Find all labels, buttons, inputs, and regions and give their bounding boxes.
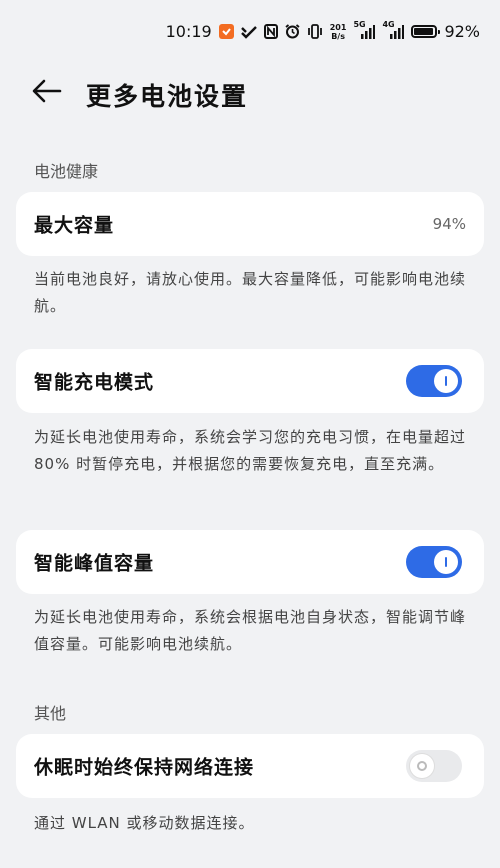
network-speed-value: 201 — [329, 22, 347, 32]
toggle-knob — [434, 369, 458, 393]
signal-icon: 4G — [382, 20, 405, 39]
taobao-app-icon — [218, 24, 234, 39]
status-icons: 10:19 201 B/s 5G 4G 92% — [165, 20, 480, 41]
toggle-knob — [434, 550, 458, 574]
status-bar: 10:19 201 B/s 5G 4G 92% — [0, 0, 500, 66]
sleep-network-connection-row[interactable]: 休眠时始终保持网络连接 — [16, 734, 484, 798]
sleep-network-connection-toggle[interactable] — [406, 750, 462, 782]
back-arrow-icon — [32, 79, 62, 107]
max-capacity-description: 当前电池良好，请放心使用。最大容量降低，可能影响电池续航。 — [34, 270, 467, 315]
smart-peak-capacity-description: 为延长电池使用寿命，系统会根据电池自身状态，智能调节峰值容量。可能影响电池续航。 — [34, 608, 467, 653]
battery-percent: 92% — [444, 22, 480, 41]
alarm-icon — [285, 24, 300, 39]
page-header: 更多电池设置 — [0, 72, 500, 114]
smart-charging-label: 智能充电模式 — [34, 371, 155, 394]
smart-charging-row[interactable]: 智能充电模式 — [16, 349, 484, 413]
section-heading-battery-health: 电池健康 — [34, 162, 99, 181]
smart-charging-description: 为延长电池使用寿命，系统会学习您的充电习惯，在电量超过 80% 时暂停充电，并根… — [34, 428, 467, 473]
page-title: 更多电池设置 — [86, 82, 249, 111]
vibrate-icon — [307, 24, 323, 39]
smart-charging-toggle[interactable] — [406, 365, 462, 397]
battery-fill — [414, 28, 433, 35]
status-time: 10:19 — [165, 22, 212, 41]
toggle-knob — [410, 754, 434, 778]
signal-icon: 5G — [353, 20, 376, 39]
nfc-icon — [263, 24, 278, 39]
sleep-network-connection-description: 通过 WLAN 或移动数据连接。 — [34, 814, 255, 832]
max-capacity-row[interactable]: 最大容量 94% — [16, 192, 484, 256]
sleep-network-connection-label: 休眠时始终保持网络连接 — [34, 756, 255, 779]
network-speed-unit: B/s — [331, 31, 345, 41]
max-capacity-label: 最大容量 — [34, 214, 115, 237]
smart-peak-capacity-row[interactable]: 智能峰值容量 — [16, 530, 484, 594]
back-button[interactable] — [30, 78, 64, 108]
smart-peak-capacity-label: 智能峰值容量 — [34, 552, 155, 575]
section-heading-other: 其他 — [34, 704, 67, 723]
signal-tag: 4G — [382, 20, 395, 29]
network-speed: 201 B/s — [330, 23, 347, 41]
signal-tag: 5G — [353, 20, 366, 29]
battery-icon — [411, 25, 441, 38]
smart-peak-capacity-toggle[interactable] — [406, 546, 462, 578]
max-capacity-value: 94% — [432, 215, 466, 233]
check-icon — [240, 25, 257, 39]
